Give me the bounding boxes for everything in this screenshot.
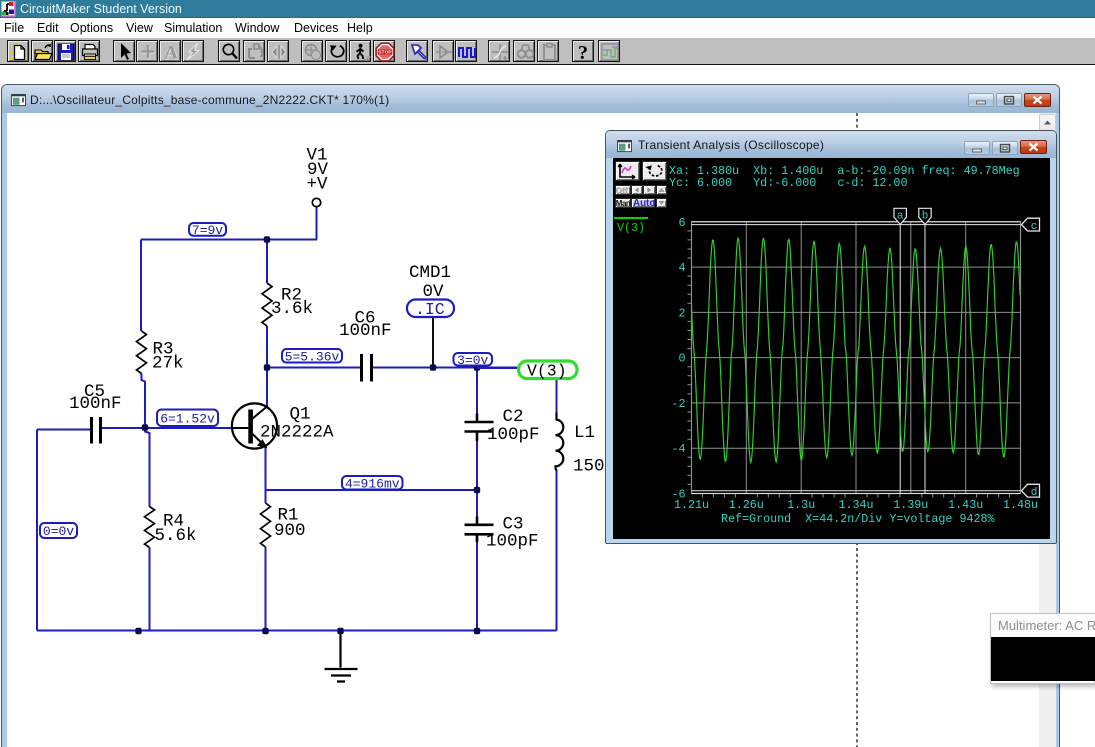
svg-text:0: 0 — [678, 352, 685, 366]
svg-text:6: 6 — [678, 216, 685, 230]
svg-text:6=1.52v: 6=1.52v — [160, 411, 215, 426]
svg-text:2N2222A: 2N2222A — [260, 423, 334, 443]
svg-text:5=5.36v: 5=5.36v — [285, 349, 340, 364]
svg-text:.IC: .IC — [415, 300, 445, 319]
svg-text:100nF: 100nF — [69, 394, 122, 414]
svg-text:0=0v: 0=0v — [43, 524, 74, 539]
svg-text:1.48u: 1.48u — [1003, 498, 1038, 512]
svg-text:1.39u: 1.39u — [893, 498, 928, 512]
svg-text:2: 2 — [678, 306, 685, 320]
svg-text:C2: C2 — [503, 407, 524, 427]
svg-text:4=916mv: 4=916mv — [345, 476, 400, 491]
svg-text:b: b — [922, 211, 929, 223]
svg-text:Q1: Q1 — [290, 405, 311, 425]
svg-text:1.3u: 1.3u — [787, 498, 815, 512]
svg-text:a: a — [897, 211, 904, 223]
svg-text:+V: +V — [307, 175, 329, 195]
svg-text:100pF: 100pF — [487, 425, 540, 445]
svg-text:100nF: 100nF — [339, 321, 392, 341]
svg-text:c: c — [1031, 221, 1038, 233]
svg-text:7=9v: 7=9v — [192, 223, 223, 238]
svg-text:1.34u: 1.34u — [838, 498, 873, 512]
svg-text:-4: -4 — [671, 442, 685, 456]
svg-text:L1: L1 — [574, 423, 595, 443]
svg-text:3.6k: 3.6k — [271, 299, 313, 319]
svg-text:900: 900 — [274, 521, 306, 541]
svg-text:1.21u: 1.21u — [674, 498, 709, 512]
svg-text:27k: 27k — [152, 354, 184, 374]
svg-text:1.43u: 1.43u — [948, 498, 983, 512]
svg-text:3=0v: 3=0v — [457, 353, 488, 368]
svg-text:100pF: 100pF — [486, 532, 539, 552]
svg-text:1.26u: 1.26u — [729, 498, 764, 512]
svg-text:-2: -2 — [671, 397, 685, 411]
svg-text:5.6k: 5.6k — [155, 526, 197, 546]
svg-text:V(3): V(3) — [527, 362, 567, 381]
svg-text:4: 4 — [678, 261, 685, 275]
svg-text:CMD1: CMD1 — [409, 263, 451, 283]
